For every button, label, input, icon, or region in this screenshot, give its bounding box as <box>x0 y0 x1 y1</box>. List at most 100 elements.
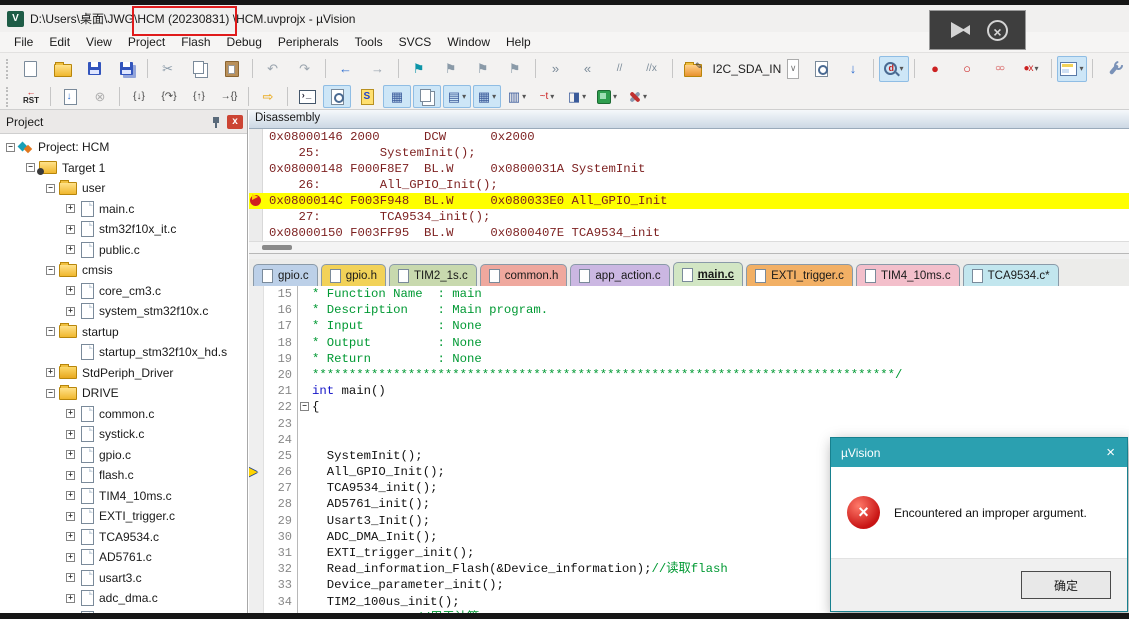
tree-item-tca9534-c[interactable]: + TCA9534.c <box>0 527 247 548</box>
tree-expander-plus[interactable]: + <box>66 532 75 542</box>
tree-expander-minus[interactable]: − <box>46 327 55 337</box>
tree-item-tim4-10ms-c[interactable]: + TIM4_10ms.c <box>0 486 247 507</box>
tab-exti-trigger-c[interactable]: EXTI_trigger.c <box>746 264 853 286</box>
tree-expander-minus[interactable]: − <box>26 163 35 173</box>
paste-icon[interactable] <box>217 56 247 82</box>
menu-edit[interactable]: Edit <box>41 33 78 51</box>
clear-all-bookmarks-icon[interactable]: ⚑ <box>500 56 530 82</box>
tab-main-c[interactable]: main.c <box>672 262 744 286</box>
copy-icon[interactable] <box>185 56 215 82</box>
editor-margin[interactable] <box>249 561 264 578</box>
save-all-icon[interactable] <box>112 56 142 82</box>
menu-help[interactable]: Help <box>498 33 539 51</box>
trace-windows-dropdown[interactable]: ▾ <box>582 92 586 101</box>
editor-margin[interactable] <box>249 399 264 416</box>
toolbar-grip[interactable] <box>6 86 11 107</box>
kill-all-breakpoints-dropdown[interactable]: ▾ <box>1035 64 1039 73</box>
editor-margin[interactable] <box>249 318 264 335</box>
navigate-forward-icon[interactable]: → <box>363 56 393 82</box>
tree-expander-plus[interactable]: + <box>66 224 75 234</box>
tree-item-startup-stm32f10x-hd-s[interactable]: startup_stm32f10x_hd.s <box>0 342 247 363</box>
tab-app-action-c[interactable]: app_action.c <box>570 264 670 286</box>
window-layout-icon[interactable]: ▾ <box>1057 55 1087 82</box>
navigate-back-icon[interactable]: ← <box>331 56 361 82</box>
tree-item-exti-trigger-c[interactable]: + EXTI_trigger.c <box>0 506 247 527</box>
system-viewer-icon[interactable]: ▾ <box>593 85 621 108</box>
fold-toggle-minus[interactable]: − <box>300 402 309 412</box>
editor-margin[interactable] <box>249 431 264 448</box>
tree-item-gpio-c[interactable]: + gpio.c <box>0 445 247 466</box>
search-combobox[interactable]: I2C_SDA_IN <box>709 59 786 79</box>
tree-expander-plus[interactable]: + <box>66 204 75 214</box>
menu-window[interactable]: Window <box>439 33 498 51</box>
system-viewer-dropdown[interactable]: ▾ <box>613 92 617 101</box>
tree-item-usart3-c[interactable]: + usart3.c <box>0 568 247 589</box>
editor-margin[interactable] <box>249 480 264 497</box>
disable-all-breakpoints-icon[interactable]: ○○ <box>984 56 1014 82</box>
tree-item-ad5761-c[interactable]: + AD5761.c <box>0 547 247 568</box>
tree-item-common-c[interactable]: + common.c <box>0 404 247 425</box>
editor-margin[interactable] <box>249 302 264 319</box>
start-stop-debug-icon[interactable]: ▾ <box>879 55 909 82</box>
step-over-icon[interactable]: {↷} <box>155 85 183 108</box>
editor-margin[interactable] <box>249 350 264 367</box>
enable-disable-breakpoint-icon[interactable]: ○ <box>952 56 982 82</box>
step-out-icon[interactable]: {↑} <box>185 85 213 108</box>
editor-margin[interactable] <box>249 496 264 513</box>
window-layout-dropdown[interactable]: ▾ <box>1079 64 1083 73</box>
tree-item-public-c[interactable]: + public.c <box>0 240 247 261</box>
tree-item-target-1[interactable]: − Target 1 <box>0 158 247 179</box>
undo-icon[interactable]: ↶ <box>258 56 288 82</box>
toolbar-grip[interactable] <box>6 58 10 79</box>
previous-bookmark-icon[interactable]: ⚑ <box>468 56 498 82</box>
memory-windows-dropdown[interactable]: ▾ <box>492 92 496 101</box>
editor-margin[interactable] <box>249 383 264 400</box>
tree-item-stdperiph-driver[interactable]: + StdPeriph_Driver <box>0 363 247 384</box>
editor-margin[interactable]: ▶ <box>249 464 264 481</box>
trace-windows-icon[interactable]: ◨ ▾ <box>563 85 591 108</box>
serial-windows-dropdown[interactable]: ▾ <box>522 92 526 101</box>
insert-bookmark-icon[interactable]: ⚑ <box>404 56 434 82</box>
toolbox-icon[interactable]: ▾ <box>623 85 651 108</box>
watch-windows-dropdown[interactable]: ▾ <box>462 92 466 101</box>
editor-margin[interactable] <box>249 447 264 465</box>
menu-view[interactable]: View <box>78 33 120 51</box>
tree-expander-plus[interactable]: + <box>66 491 75 501</box>
tree-expander-minus[interactable]: − <box>46 388 55 398</box>
insert-remove-breakpoint-icon[interactable]: ● <box>920 56 950 82</box>
analysis-windows-icon[interactable]: ~t ▾ <box>533 85 561 108</box>
tree-expander-plus[interactable]: + <box>66 450 75 460</box>
tree-item-project-hcm[interactable]: − Project: HCM <box>0 137 247 158</box>
search-combobox-dropdown[interactable]: ∨ <box>787 58 799 79</box>
tree-expander-plus[interactable]: + <box>46 368 55 378</box>
menu-file[interactable]: File <box>6 33 41 51</box>
stop-icon[interactable]: ⊗ <box>86 85 114 108</box>
tree-expander-minus[interactable]: − <box>46 265 55 275</box>
step-icon[interactable]: {↓} <box>125 85 153 108</box>
callstack-window-icon[interactable] <box>413 85 441 108</box>
incremental-find-icon[interactable]: ↓ <box>838 56 868 82</box>
start-stop-debug-dropdown[interactable]: ▾ <box>899 64 903 73</box>
ok-button[interactable]: 确定 <box>1021 571 1111 599</box>
redo-icon[interactable]: ↷ <box>290 56 320 82</box>
tree-expander-plus[interactable]: + <box>66 573 75 583</box>
editor-margin[interactable] <box>249 512 264 529</box>
scrollbar-thumb[interactable] <box>262 245 292 250</box>
tree-expander-plus[interactable]: + <box>66 245 75 255</box>
editor-margin[interactable] <box>249 545 264 562</box>
circled-x-icon[interactable]: × <box>987 19 1008 41</box>
tree-expander-plus[interactable]: + <box>66 470 75 480</box>
watch-windows-icon[interactable]: ▤ ▾ <box>443 85 471 108</box>
configure-editor-icon[interactable] <box>1098 56 1128 82</box>
tree-expander-plus[interactable]: + <box>66 286 75 296</box>
comment-selection-icon[interactable]: // <box>605 56 635 82</box>
new-file-icon[interactable] <box>16 56 46 82</box>
run-to-cursor-icon[interactable]: →{} <box>215 85 243 108</box>
tree-item-adc-dma-c[interactable]: + adc_dma.c <box>0 588 247 609</box>
next-bookmark-icon[interactable]: ⚑ <box>436 56 466 82</box>
save-icon[interactable] <box>80 56 110 82</box>
tab-tca9534-c-[interactable]: TCA9534.c* <box>962 264 1059 286</box>
editor-margin[interactable] <box>249 577 264 594</box>
reset-cpu-icon[interactable]: ← RST <box>17 85 45 108</box>
tree-expander-plus[interactable]: + <box>66 552 75 562</box>
